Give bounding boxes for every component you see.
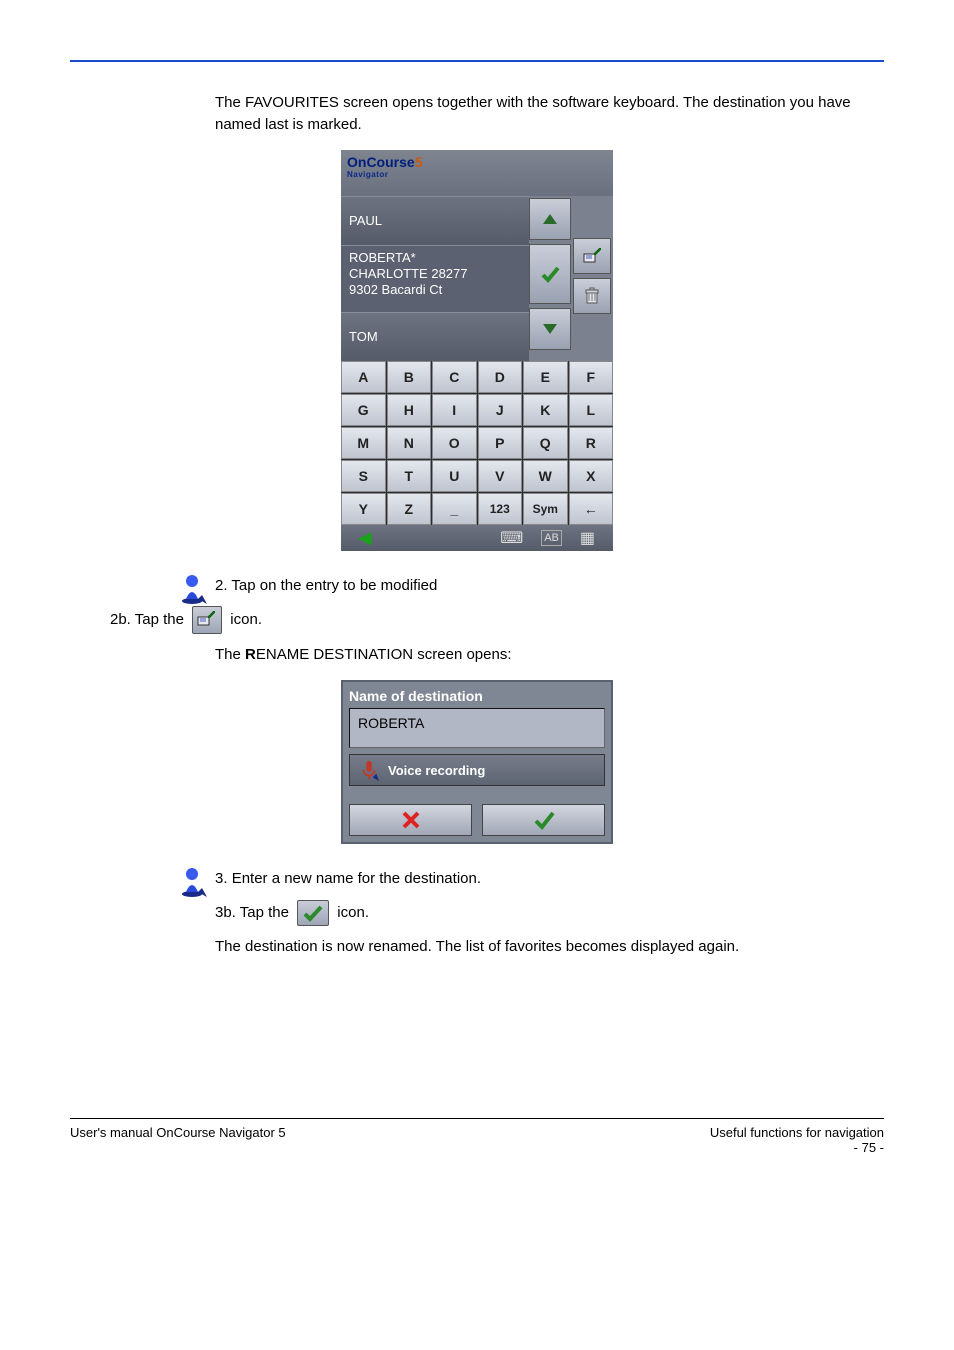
intro-text: The FAVOURITES screen opens together wit…: [215, 92, 854, 136]
keyboard-key[interactable]: E: [523, 361, 568, 393]
keyboard-key[interactable]: W: [523, 460, 568, 492]
pawn-icon: [180, 864, 208, 898]
toolbar-keyboard-icon[interactable]: ⌨: [500, 528, 523, 548]
rename-dialog-screenshot: Name of destination ROBERTA Voice record…: [341, 680, 613, 844]
app-brand: OnCourse5 Navigator: [341, 150, 613, 196]
keyboard-key[interactable]: B: [387, 361, 432, 393]
toolbar-grid-icon[interactable]: ▦: [580, 528, 595, 548]
keyboard-key[interactable]: J: [478, 394, 523, 426]
software-keyboard: A B C D E F G H I J K L M N O P Q R S T …: [341, 361, 613, 525]
keyboard-key[interactable]: X: [569, 460, 614, 492]
dialog-ok-button[interactable]: [482, 804, 605, 836]
edit-button-inline: [192, 606, 222, 634]
delete-button[interactable]: [573, 278, 611, 314]
keyboard-key[interactable]: U: [432, 460, 477, 492]
triangle-down-icon: [542, 323, 558, 335]
keyboard-key[interactable]: O: [432, 427, 477, 459]
footer-right-title: Useful functions for navigation: [710, 1125, 884, 1140]
checkmark-icon: [302, 904, 324, 922]
keyboard-key[interactable]: L: [569, 394, 614, 426]
bottom-toolbar: ◀ ⌨ AB ▦: [341, 525, 613, 551]
keyboard-key[interactable]: R: [569, 427, 614, 459]
keyboard-key-space[interactable]: _: [432, 493, 477, 525]
keyboard-key[interactable]: S: [341, 460, 386, 492]
keyboard-key-sym[interactable]: Sym: [523, 493, 568, 525]
footer-page-number: - 75 -: [710, 1140, 884, 1155]
keyboard-key[interactable]: T: [387, 460, 432, 492]
favourite-row-selected[interactable]: ROBERTA* CHARLOTTE 28277 9302 Bacardi Ct: [341, 245, 529, 312]
step-2b-part2: icon.: [230, 611, 262, 628]
dialog-caption: Name of destination: [349, 688, 605, 704]
dialog-cancel-button[interactable]: [349, 804, 472, 836]
keyboard-key[interactable]: Q: [523, 427, 568, 459]
toolbar-input-mode-icon[interactable]: AB: [541, 530, 562, 546]
back-button[interactable]: ◀: [359, 528, 371, 548]
keyboard-key[interactable]: K: [523, 394, 568, 426]
favourite-row[interactable]: TOM: [341, 312, 529, 361]
favourite-row-label: TOM: [349, 329, 378, 344]
favourites-screenshot: OnCourse5 Navigator PAUL ROBERTA* CHARLO…: [341, 150, 613, 551]
scroll-down-button[interactable]: [529, 308, 571, 350]
footer-left: User's manual OnCourse Navigator 5: [70, 1125, 286, 1155]
keyboard-key[interactable]: M: [341, 427, 386, 459]
keyboard-key-123[interactable]: 123: [478, 493, 523, 525]
header-rule: [70, 60, 884, 62]
keyboard-key[interactable]: P: [478, 427, 523, 459]
keyboard-key[interactable]: Z: [387, 493, 432, 525]
edit-icon: [197, 611, 215, 627]
voice-recording-button[interactable]: Voice recording: [349, 754, 605, 786]
keyboard-key[interactable]: H: [387, 394, 432, 426]
keyboard-key[interactable]: N: [387, 427, 432, 459]
keyboard-key[interactable]: A: [341, 361, 386, 393]
scroll-up-button[interactable]: [529, 198, 571, 240]
select-check-button[interactable]: [529, 244, 571, 304]
checkmark-icon: [533, 809, 555, 831]
pawn-icon: [180, 571, 208, 605]
destination-name-input[interactable]: ROBERTA: [349, 708, 605, 748]
step-3b-part2: icon.: [337, 904, 369, 921]
ok-button-inline: [297, 900, 329, 926]
favourite-selected-name: ROBERTA*: [349, 250, 521, 266]
keyboard-key[interactable]: D: [478, 361, 523, 393]
rename-screen-caption: The RENAME DESTINATION screen opens:: [215, 644, 854, 666]
keyboard-key[interactable]: C: [432, 361, 477, 393]
favourite-selected-street: 9302 Bacardi Ct: [349, 282, 521, 298]
keyboard-key[interactable]: G: [341, 394, 386, 426]
step-2b-part1: Tap the: [135, 611, 188, 628]
keyboard-key-backspace[interactable]: ←: [569, 493, 614, 525]
final-text: The destination is now renamed. The list…: [215, 936, 854, 958]
favourite-selected-city: CHARLOTTE 28277: [349, 266, 521, 282]
edit-button[interactable]: [573, 238, 611, 274]
step-2a-text: Tap on the entry to be modified: [231, 577, 437, 594]
microphone-icon: [358, 759, 380, 781]
step-3b-part1: Tap the: [240, 904, 293, 921]
keyboard-key[interactable]: Y: [341, 493, 386, 525]
x-icon: [400, 809, 422, 831]
page-footer: User's manual OnCourse Navigator 5 Usefu…: [70, 1118, 884, 1155]
edit-icon: [583, 248, 601, 264]
checkmark-icon: [540, 264, 560, 284]
keyboard-key[interactable]: I: [432, 394, 477, 426]
step-3a-text: Enter a new name for the destination.: [232, 870, 481, 887]
keyboard-key[interactable]: V: [478, 460, 523, 492]
voice-recording-label: Voice recording: [388, 763, 485, 778]
favourite-row[interactable]: PAUL: [341, 196, 529, 245]
trash-icon: [584, 287, 600, 305]
favourite-row-label: PAUL: [349, 213, 382, 228]
triangle-up-icon: [542, 213, 558, 225]
keyboard-key[interactable]: F: [569, 361, 614, 393]
